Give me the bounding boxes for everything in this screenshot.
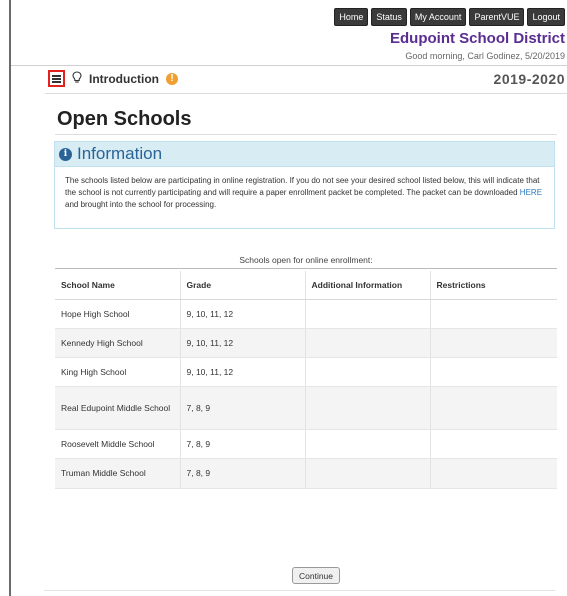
additional-info-cell [305, 299, 431, 329]
table-header-row: School Name Grade Additional Information… [55, 271, 557, 300]
download-packet-link[interactable]: HERE [520, 188, 542, 197]
information-text: The schools listed below are participati… [55, 167, 554, 211]
column-header-restrictions[interactable]: Restrictions [430, 271, 557, 300]
school-name-cell: Roosevelt Middle School [55, 429, 181, 459]
page-title: Open Schools [57, 108, 192, 130]
header-divider [11, 65, 567, 66]
footer-divider [44, 590, 555, 591]
school-name-cell: Kennedy High School [55, 328, 181, 358]
school-name-cell: Real Edupoint Middle School [55, 386, 181, 430]
additional-info-cell [305, 386, 431, 430]
table-row: Real Edupoint Middle School 7, 8, 9 [55, 386, 557, 430]
grade-cell: 7, 8, 9 [180, 458, 306, 489]
intro-divider [45, 93, 567, 94]
grade-cell: 7, 8, 9 [180, 386, 306, 430]
table-caption: Schools open for online enrollment: [239, 255, 373, 265]
parentvue-button[interactable]: ParentVUE [469, 8, 525, 26]
restrictions-cell [430, 386, 557, 430]
page: Home Status My Account ParentVUE Logout … [11, 0, 567, 596]
info-text-before: The schools listed below are participati… [65, 176, 540, 197]
greeting-text: Good morning, Carl Godinez, 5/20/2019 [405, 51, 565, 61]
column-header-grade[interactable]: Grade [180, 271, 306, 300]
additional-info-cell [305, 429, 431, 459]
grade-cell: 7, 8, 9 [180, 429, 306, 459]
grade-cell: 9, 10, 11, 12 [180, 357, 306, 387]
menu-icon[interactable] [48, 70, 65, 87]
restrictions-cell [430, 328, 557, 358]
school-name-cell: Truman Middle School [55, 458, 181, 489]
table-row: Roosevelt Middle School 7, 8, 9 [55, 429, 557, 459]
column-header-additional-information[interactable]: Additional Information [305, 271, 431, 300]
additional-info-cell [305, 328, 431, 358]
title-divider [55, 134, 557, 135]
table-row: Hope High School 9, 10, 11, 12 [55, 299, 557, 329]
school-name-cell: King High School [55, 357, 181, 387]
restrictions-cell [430, 458, 557, 489]
schools-table: School Name Grade Additional Information… [55, 271, 557, 489]
additional-info-cell [305, 458, 431, 489]
table-row: Kennedy High School 9, 10, 11, 12 [55, 328, 557, 358]
home-button[interactable]: Home [334, 8, 369, 26]
additional-info-cell [305, 357, 431, 387]
restrictions-cell [430, 429, 557, 459]
status-button[interactable]: Status [371, 8, 407, 26]
restrictions-cell [430, 299, 557, 329]
lightbulb-icon [72, 71, 82, 87]
restrictions-cell [430, 357, 557, 387]
information-panel: i Information The schools listed below a… [54, 141, 555, 229]
top-nav: Home Status My Account ParentVUE Logout [334, 8, 565, 26]
info-icon: i [59, 147, 72, 161]
table-row: Truman Middle School 7, 8, 9 [55, 458, 557, 489]
school-year: 2019-2020 [493, 71, 565, 87]
logout-button[interactable]: Logout [527, 8, 565, 26]
grade-cell: 9, 10, 11, 12 [180, 328, 306, 358]
district-name: Edupoint School District [390, 30, 565, 47]
continue-button[interactable]: Continue [292, 567, 340, 584]
information-header: i Information [55, 142, 554, 167]
table-row: King High School 9, 10, 11, 12 [55, 357, 557, 387]
school-name-cell: Hope High School [55, 299, 181, 329]
my-account-button[interactable]: My Account [409, 8, 467, 26]
caption-divider [55, 268, 557, 269]
grade-cell: 9, 10, 11, 12 [180, 299, 306, 329]
intro-title: Introduction [89, 72, 159, 86]
info-text-after: and brought into the school for processi… [65, 200, 217, 209]
warning-icon[interactable]: ! [166, 73, 178, 85]
column-header-school-name[interactable]: School Name [55, 271, 181, 300]
information-title: Information [77, 144, 163, 163]
